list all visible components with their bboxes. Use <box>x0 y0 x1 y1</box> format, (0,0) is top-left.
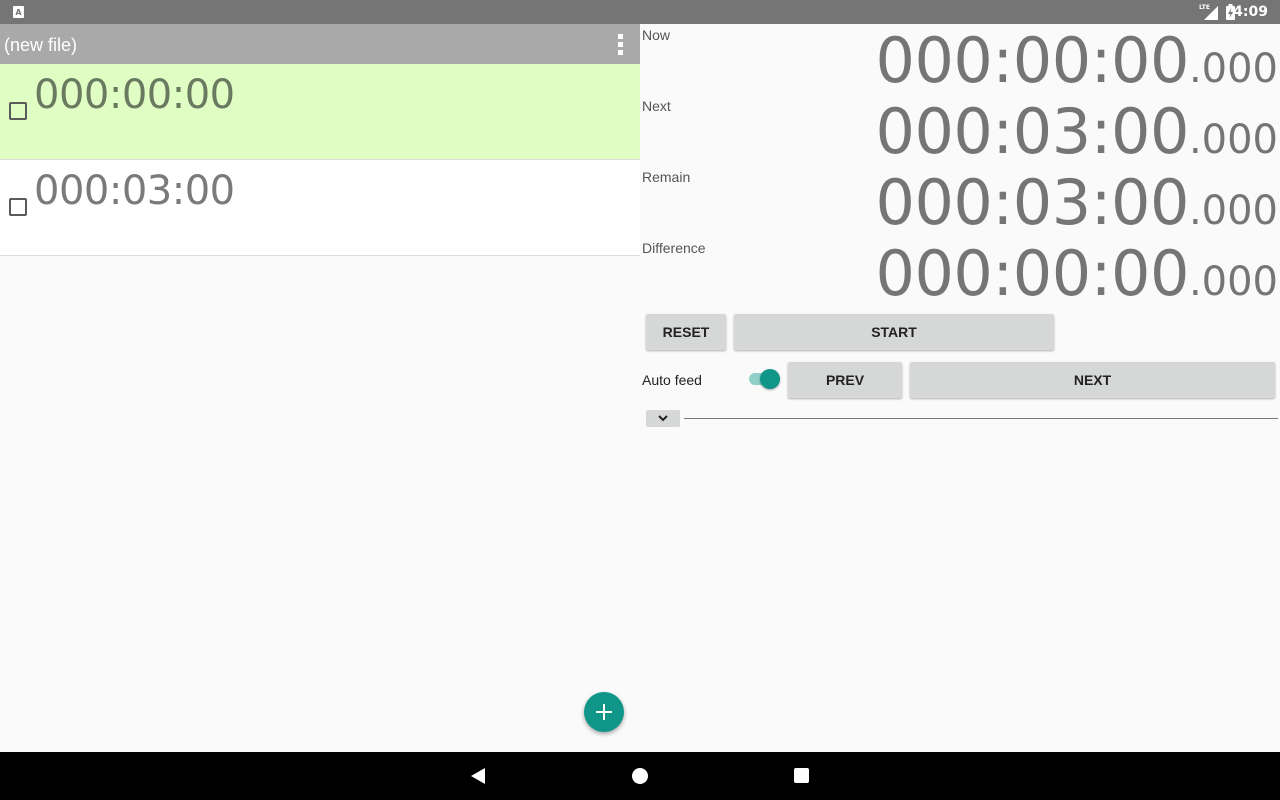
remain-readout: 000:03:00.000 <box>876 172 1278 234</box>
timer-list: 000:00:00 000:03:00 <box>0 64 640 256</box>
auto-feed-switch[interactable] <box>748 369 782 389</box>
row-checkbox[interactable] <box>9 198 27 216</box>
next-label: Next <box>642 98 671 114</box>
row-time: 000:03:00 <box>34 168 235 214</box>
back-icon[interactable] <box>470 768 486 784</box>
divider <box>684 418 1278 419</box>
next-time: 000:03:00 <box>875 95 1190 168</box>
timer-row[interactable]: 000:03:00 <box>0 160 640 256</box>
row-time: 000:00:00 <box>34 72 235 118</box>
difference-label: Difference <box>642 240 706 256</box>
remain-label: Remain <box>642 169 691 185</box>
recents-icon[interactable] <box>794 768 809 783</box>
switch-thumb <box>760 369 780 389</box>
reset-button[interactable]: RESET <box>646 314 726 350</box>
next-readout: 000:03:00.000 <box>876 101 1278 163</box>
app-notification-icon: A <box>13 6 24 18</box>
remain-time: 000:03:00 <box>875 166 1190 239</box>
row-checkbox[interactable] <box>9 102 27 120</box>
add-timer-button[interactable] <box>584 692 624 732</box>
chevron-down-icon <box>658 415 668 422</box>
overflow-menu-icon[interactable] <box>612 32 628 56</box>
prev-button[interactable]: PREV <box>788 362 902 398</box>
app-bar: (new file) <box>0 24 640 64</box>
difference-time: 000:00:00 <box>875 237 1190 310</box>
now-time: 000:00:00 <box>875 24 1190 97</box>
now-label: Now <box>642 27 671 43</box>
start-button[interactable]: START <box>734 314 1054 350</box>
timer-row[interactable]: 000:00:00 <box>0 64 640 160</box>
difference-ms: .000 <box>1188 259 1278 305</box>
next-ms: .000 <box>1188 117 1278 163</box>
signal-icon <box>1204 6 1218 20</box>
file-title: (new file) <box>4 35 78 55</box>
status-clock: 4:09 <box>1233 4 1268 20</box>
home-icon[interactable] <box>632 768 648 784</box>
remain-ms: .000 <box>1188 188 1278 234</box>
plus-icon <box>596 704 612 720</box>
expand-button[interactable] <box>646 410 680 427</box>
now-readout: 000:00:00.000 <box>876 30 1278 92</box>
status-bar: A LTE 4:09 <box>0 0 1280 24</box>
now-ms: .000 <box>1188 46 1278 92</box>
next-button[interactable]: NEXT <box>910 362 1275 398</box>
auto-feed-label: Auto feed <box>642 372 702 388</box>
difference-readout: 000:00:00.000 <box>876 243 1278 305</box>
